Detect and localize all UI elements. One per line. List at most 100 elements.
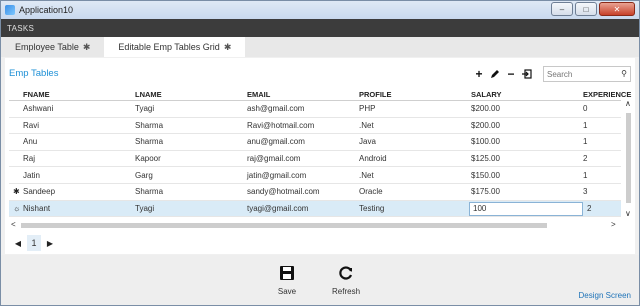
search-input[interactable] (544, 67, 614, 81)
tab-label: Editable Emp Tables Grid (118, 42, 220, 52)
tab-editable-emp-tables-grid[interactable]: Editable Emp Tables Grid ✱ (104, 37, 246, 57)
cell-experience: 1 (583, 137, 588, 147)
export-icon[interactable] (519, 67, 535, 81)
previous-page-icon[interactable]: ◀ (13, 239, 23, 248)
table-row[interactable]: Ashwani Tyagi ash@gmail.com PHP $200.00 … (9, 101, 621, 118)
cell-fname: Sandeep (23, 187, 56, 197)
window-title: Application10 (19, 5, 74, 15)
edit-pencil-icon[interactable] (487, 67, 503, 81)
refresh-label: Refresh (332, 287, 361, 296)
scroll-down-icon[interactable]: ∨ (625, 209, 631, 218)
tab-strip: Employee Table ✱ Editable Emp Tables Gri… (1, 37, 639, 57)
window-controls: – □ ✕ (549, 2, 635, 16)
column-header-email[interactable]: EMAIL (247, 90, 270, 99)
cell-email: sandy@hotmail.com (247, 187, 320, 197)
cell-fname: Jatin (23, 170, 40, 180)
table-row[interactable]: Ravi Sharma Ravi@hotmail.com .Net $200.0… (9, 118, 621, 135)
cell-lname: Kapoor (135, 154, 161, 164)
save-icon (277, 263, 297, 283)
page-number[interactable]: 1 (27, 235, 41, 251)
cell-lname: Sharma (135, 187, 164, 197)
column-header-experience[interactable]: EXPERIENCE (583, 90, 631, 99)
cell-fname: Raj (23, 154, 36, 164)
modified-star-icon: ✱ (82, 41, 91, 52)
column-header-profile[interactable]: PROFILE (359, 90, 392, 99)
search-icon[interactable]: ⚲ (621, 69, 627, 78)
grid-header-row: FNAME LNAME EMAIL PROFILE SALARY EXPERIE… (9, 89, 631, 101)
close-icon: ✕ (613, 4, 621, 14)
cell-email: anu@gmail.com (247, 137, 305, 147)
table-row-selected[interactable]: ☼ Nishant Tyagi tyagi@gmail.com Testing … (9, 200, 621, 218)
table-row[interactable]: ✱ Sandeep Sharma sandy@hotmail.com Oracl… (9, 184, 621, 201)
cell-lname: Tyagi (135, 203, 155, 213)
cell-profile: .Net (359, 120, 374, 130)
vertical-scrollbar[interactable]: ∧ ∨ (623, 99, 633, 219)
refresh-icon (336, 263, 356, 283)
emp-data-grid: FNAME LNAME EMAIL PROFILE SALARY EXPERIE… (9, 89, 635, 219)
table-row[interactable]: Raj Kapoor raj@gmail.com Android $125.00… (9, 151, 621, 168)
horizontal-scroll-thumb[interactable] (21, 223, 547, 228)
delete-minus-icon[interactable]: − (503, 67, 519, 81)
grid-toolbar: + − (471, 67, 535, 81)
minimize-button[interactable]: – (551, 2, 573, 16)
cell-email: tyagi@gmail.com (247, 203, 309, 213)
cell-fname: Ravi (23, 120, 40, 130)
vertical-scroll-thumb[interactable] (626, 113, 631, 203)
design-screen-link[interactable]: Design Screen (579, 291, 631, 300)
refresh-button[interactable]: Refresh (332, 263, 360, 296)
cell-salary: $100.00 (471, 137, 500, 147)
cell-email: ash@gmail.com (247, 104, 305, 114)
row-editing-icon: ☼ (13, 203, 21, 213)
content-panel: Emp Tables + − ⚲ FNAME LNAME EMAIL PROFI… (5, 58, 635, 254)
cell-experience: 1 (583, 120, 588, 130)
cell-salary: $200.00 (471, 104, 500, 114)
next-page-icon[interactable]: ▶ (45, 239, 55, 248)
cell-salary: $125.00 (471, 154, 500, 164)
column-header-fname[interactable]: FNAME (23, 90, 50, 99)
table-row[interactable]: Anu Sharma anu@gmail.com Java $100.00 1 (9, 134, 621, 151)
tasks-label: TASKS (7, 23, 35, 33)
cell-salary: $150.00 (471, 170, 500, 180)
cell-lname: Garg (135, 170, 153, 180)
cell-email: raj@gmail.com (247, 154, 301, 164)
maximize-button[interactable]: □ (575, 2, 597, 16)
cell-experience: 3 (583, 187, 588, 197)
tab-label: Employee Table (15, 42, 79, 52)
salary-edit-input[interactable]: 100 (469, 201, 583, 216)
tasks-bar[interactable]: TASKS (1, 19, 639, 37)
column-header-lname[interactable]: LNAME (135, 90, 162, 99)
cell-profile: Testing (359, 203, 385, 213)
cell-salary: $175.00 (471, 187, 500, 197)
add-icon[interactable]: + (471, 67, 487, 81)
scroll-left-icon[interactable]: < (11, 220, 16, 229)
cell-experience: 2 (587, 203, 592, 213)
command-bar: Save Refresh Design Screen (1, 255, 639, 305)
table-row[interactable]: Jatin Garg jatin@gmail.com .Net $150.00 … (9, 167, 621, 184)
pager: ◀ 1 ▶ (13, 235, 55, 251)
column-header-salary[interactable]: SALARY (471, 90, 502, 99)
section-title: Emp Tables (9, 68, 59, 79)
row-modified-star-icon: ✱ (13, 187, 20, 197)
save-button[interactable]: Save (277, 263, 297, 296)
cell-lname: Tyagi (135, 104, 155, 114)
maximize-icon: □ (583, 4, 589, 14)
cell-fname: Nishant (23, 203, 51, 213)
title-bar: Application10 – □ ✕ (1, 1, 639, 19)
cell-profile: PHP (359, 104, 376, 114)
cell-fname: Anu (23, 137, 38, 147)
scroll-right-icon[interactable]: > (611, 220, 616, 229)
cell-experience: 1 (583, 170, 588, 180)
cell-profile: Java (359, 137, 376, 147)
search-box: ⚲ (543, 66, 631, 82)
cell-salary: $200.00 (471, 120, 500, 130)
horizontal-scrollbar[interactable]: < > (9, 220, 619, 230)
cell-experience: 0 (583, 104, 588, 114)
scroll-up-icon[interactable]: ∧ (625, 99, 631, 108)
cell-experience: 2 (583, 154, 588, 164)
app-window: Application10 – □ ✕ TASKS Employee Table… (0, 0, 640, 306)
close-button[interactable]: ✕ (599, 2, 635, 16)
tab-employee-table[interactable]: Employee Table ✱ (1, 37, 104, 57)
cell-email: Ravi@hotmail.com (247, 120, 315, 130)
cell-fname: Ashwani (23, 104, 54, 114)
cell-profile: Android (359, 154, 387, 164)
